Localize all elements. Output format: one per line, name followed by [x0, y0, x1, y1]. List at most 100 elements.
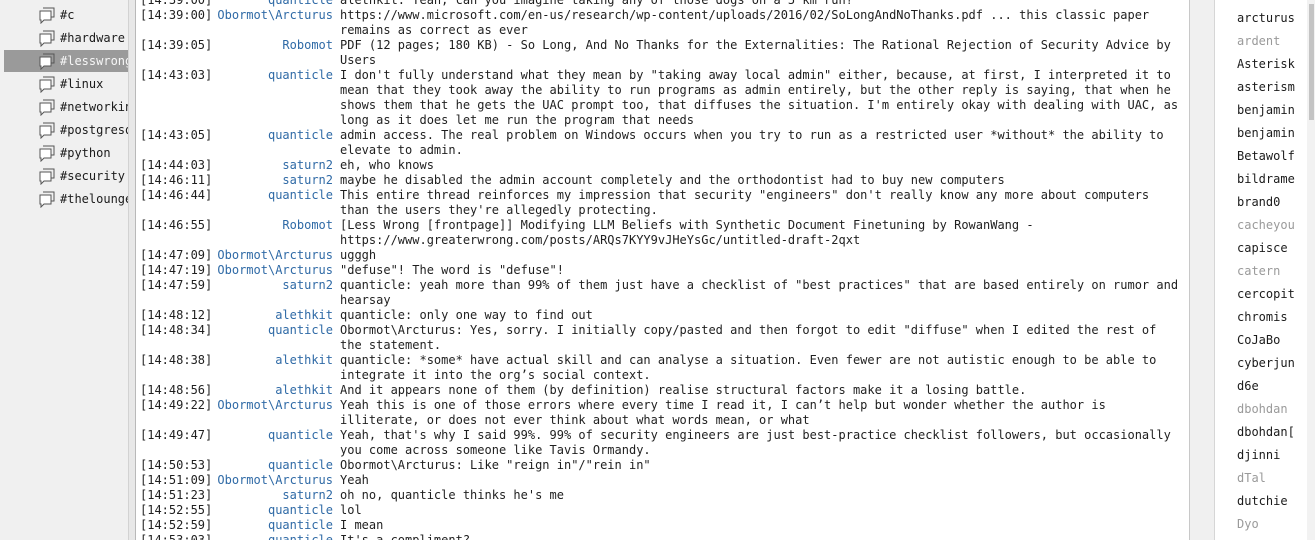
user-list-item[interactable]: Dyo — [1237, 513, 1259, 536]
message-row: [14:46:55] Robomot [Less Wrong [frontpage]… — [136, 218, 1188, 248]
sidebar-item-thelounge[interactable]: #thelounge — [4, 188, 128, 210]
user-list-item[interactable]: CoJaBo — [1237, 329, 1280, 352]
message-nick[interactable]: quanticle — [136, 503, 333, 518]
message-list: [14:39:00] quanticle alethkit: Yeah, can y… — [136, 0, 1188, 540]
message-nick[interactable]: quanticle — [136, 518, 333, 533]
message-nick[interactable]: Obormot\Arcturus — [136, 473, 333, 488]
message-nick[interactable]: Obormot\Arcturus — [136, 263, 333, 278]
message-nick[interactable]: alethkit — [136, 383, 333, 398]
user-list-item[interactable]: cyberjun — [1237, 352, 1295, 375]
sidebar-item-python[interactable]: #python — [4, 142, 128, 164]
message-text: maybe he disabled the admin account comp… — [340, 173, 1005, 187]
user-list-item[interactable]: d6e — [1237, 375, 1259, 398]
message-nick[interactable]: quanticle — [136, 128, 333, 143]
channel-name: #python — [60, 146, 111, 160]
message-text: I don't fully understand what they mean … — [340, 68, 1186, 127]
message-text: "defuse"! The word is "defuse"! — [340, 263, 564, 277]
message-nick[interactable]: quanticle — [136, 533, 333, 540]
user-list-item[interactable]: bildrame — [1237, 168, 1295, 191]
user-list-item[interactable]: cacheyou — [1237, 214, 1295, 237]
user-list-item[interactable]: dutchie — [1237, 490, 1288, 513]
message-text: PDF (12 pages; 180 KB) - So Long, And No… — [340, 38, 1179, 67]
user-list-item[interactable]: dbohdan — [1237, 398, 1288, 421]
user-list-item[interactable]: dbohdan[ — [1237, 421, 1295, 444]
message-nick[interactable]: quanticle — [136, 323, 333, 338]
user-list-item[interactable]: benjamin — [1237, 99, 1295, 122]
message-text: This entire thread reinforces my impress… — [340, 188, 1157, 217]
message-nick[interactable]: Obormot\Arcturus — [136, 8, 333, 23]
message-nick[interactable]: alethkit — [136, 353, 333, 368]
user-list-item[interactable]: ardent — [1237, 30, 1280, 53]
message-row: [14:46:44] quanticle This entire thread re… — [136, 188, 1188, 218]
user-list-item[interactable]: brand0 — [1237, 191, 1280, 214]
sidebar-item-hardware[interactable]: #hardware — [4, 27, 128, 49]
message-row: [14:43:05] quanticle admin access. The rea… — [136, 128, 1188, 158]
channel-name: #networking — [60, 100, 128, 114]
message-nick[interactable]: Robomot — [136, 38, 333, 53]
chat-scroll-gutter[interactable] — [1190, 0, 1214, 540]
message-row: [14:52:59] quanticle I mean — [136, 518, 1188, 533]
user-list-item[interactable]: arcturus — [1237, 7, 1295, 30]
message-nick[interactable]: quanticle — [136, 458, 333, 473]
chat-bubble-icon — [39, 53, 55, 70]
message-text: quanticle: yeah more than 99% of them ju… — [340, 278, 1186, 307]
sidebar-item-postgresql[interactable]: #postgresql — [4, 119, 128, 141]
message-row: [14:49:47] quanticle Yeah, that's why I sa… — [136, 428, 1188, 458]
user-list-item[interactable]: benjamin — [1237, 122, 1295, 145]
message-nick[interactable]: Robomot — [136, 218, 333, 233]
sidebar-item-networking[interactable]: #networking — [4, 96, 128, 118]
message-nick[interactable]: Obormot\Arcturus — [136, 398, 333, 413]
message-row: [14:44:03] saturn2 eh, who knows — [136, 158, 1188, 173]
message-text: oh no, quanticle thinks he's me — [340, 488, 564, 502]
sidebar-splitter[interactable] — [128, 0, 135, 540]
user-list-item[interactable]: Betawolf — [1237, 145, 1295, 168]
message-text: Yeah this is one of those errors where e… — [340, 398, 1114, 427]
message-text: Obormot\Arcturus: Like "reign in"/"rein … — [340, 458, 651, 472]
channel-name: #postgresql — [60, 123, 128, 137]
user-list-scroll-thumb[interactable] — [1309, 4, 1314, 120]
sidebar-item-linux[interactable]: #linux — [4, 73, 128, 95]
user-list-item[interactable]: Asterisk — [1237, 53, 1295, 76]
message-text: I mean — [340, 518, 384, 532]
message-text: https://www.microsoft.com/en-us/research… — [340, 8, 1157, 37]
message-text: lol — [340, 503, 362, 517]
user-list-item[interactable]: capisce — [1237, 237, 1288, 260]
message-nick[interactable]: quanticle — [136, 0, 333, 8]
message-row: [14:51:23] saturn2 oh no, quanticle thinks… — [136, 488, 1188, 503]
message-row: [14:46:11] saturn2 maybe he disabled the a… — [136, 173, 1188, 188]
message-text: Yeah, that's why I said 99%. 99% of secu… — [340, 428, 1179, 457]
message-row: [14:49:22] Obormot\Arcturus Yeah this is o… — [136, 398, 1188, 428]
message-nick[interactable]: Obormot\Arcturus — [136, 248, 333, 263]
message-nick[interactable]: saturn2 — [136, 278, 333, 293]
user-list-scrollbar[interactable] — [1307, 0, 1315, 540]
chat-bubble-icon — [39, 30, 55, 47]
message-nick[interactable]: quanticle — [136, 188, 333, 203]
user-list-item[interactable]: djinni — [1237, 444, 1280, 467]
message-nick[interactable]: saturn2 — [136, 158, 333, 173]
chat-bubble-icon — [39, 76, 55, 93]
user-list-item[interactable]: chromis — [1237, 306, 1288, 329]
message-text: eh, who knows — [340, 158, 434, 172]
sidebar-item-c[interactable]: #c — [4, 4, 128, 26]
user-list-item[interactable]: dTal — [1237, 467, 1266, 490]
message-nick[interactable]: saturn2 — [136, 488, 333, 503]
user-list-item[interactable]: cercopit — [1237, 283, 1295, 306]
message-nick[interactable]: quanticle — [136, 428, 333, 443]
message-nick[interactable]: quanticle — [136, 68, 333, 83]
sidebar-item-lesswrong[interactable]: #lesswrong — [4, 50, 128, 72]
user-list-item[interactable]: catern — [1237, 260, 1280, 283]
message-row: [14:48:38] alethkit quanticle: *some* have… — [136, 353, 1188, 383]
chat-bubble-icon — [39, 7, 55, 24]
message-nick[interactable]: saturn2 — [136, 173, 333, 188]
user-list-item[interactable]: asterism — [1237, 76, 1295, 99]
message-text: quanticle: only one way to find out — [340, 308, 593, 322]
chat-log[interactable]: [14:39:00] quanticle alethkit: Yeah, can y… — [135, 0, 1190, 540]
message-nick[interactable]: alethkit — [136, 308, 333, 323]
message-text: quanticle: *some* have actual skill and … — [340, 353, 1164, 382]
message-row: [14:48:12] alethkit quanticle: only one wa… — [136, 308, 1188, 323]
sidebar-item-security[interactable]: #security — [4, 165, 128, 187]
message-text: [Less Wrong [frontpage]] Modifying LLM B… — [340, 218, 1041, 247]
message-row: [14:50:53] quanticle Obormot\Arcturus: Lik… — [136, 458, 1188, 473]
message-text: admin access. The real problem on Window… — [340, 128, 1171, 157]
channel-name: #c — [60, 8, 75, 22]
